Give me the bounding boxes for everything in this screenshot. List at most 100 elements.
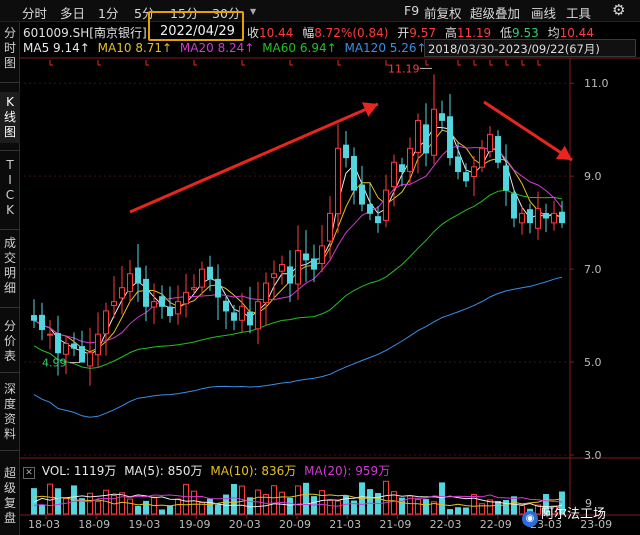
- candle-body: [95, 333, 101, 356]
- candle-body: [543, 212, 549, 219]
- candle-body: [319, 245, 325, 265]
- time-tick-label: 20-09: [279, 518, 311, 531]
- candle: [255, 281, 261, 345]
- candle-body: [335, 147, 341, 215]
- candle: [527, 203, 533, 234]
- candle: [263, 272, 269, 326]
- volume-bar: [55, 488, 61, 515]
- candle-body: [263, 282, 269, 304]
- candle: [47, 320, 53, 350]
- volume-bar: [327, 499, 333, 515]
- candle: [351, 147, 357, 205]
- candle: [151, 283, 157, 324]
- candle: [375, 206, 381, 233]
- candle-body: [279, 263, 285, 272]
- chart-gridlines: [20, 57, 640, 516]
- price-tick-label: 5.0: [584, 356, 602, 369]
- candle: [479, 139, 485, 173]
- candle-body: [343, 144, 349, 159]
- candle: [471, 155, 477, 197]
- candle-body: [215, 278, 221, 298]
- event-marker: [425, 60, 429, 66]
- volume-bar: [135, 505, 141, 515]
- candle-body: [127, 273, 133, 292]
- candle-body: [519, 212, 525, 224]
- candle: [359, 165, 365, 212]
- volume-bars: [31, 480, 565, 515]
- candle-body: [487, 133, 493, 152]
- candle-body: [207, 266, 213, 279]
- candle-body: [47, 333, 53, 336]
- volume-bar: [143, 500, 149, 515]
- price-axis: 11.0 9.0 7.0 5.0 3.0: [570, 77, 609, 462]
- candle-body: [463, 172, 469, 182]
- volume-bar: [471, 493, 477, 515]
- price-tick-label: 11.0: [584, 77, 609, 90]
- time-tick-label: 18-03: [28, 518, 60, 531]
- candle: [31, 299, 37, 328]
- candle: [279, 255, 285, 285]
- candle-body: [511, 193, 517, 219]
- event-marker: [97, 60, 101, 66]
- candle-body: [423, 124, 429, 154]
- candle: [271, 260, 277, 300]
- candle-body: [295, 250, 301, 285]
- candle: [223, 296, 229, 330]
- event-marker: [193, 60, 197, 66]
- candle: [495, 130, 501, 169]
- candle-body: [271, 273, 277, 278]
- candle: [335, 124, 341, 234]
- candle: [319, 225, 325, 273]
- candle-body: [415, 119, 421, 153]
- volume-bar: [191, 490, 197, 515]
- candle-body: [551, 212, 557, 224]
- volume-bar: [159, 509, 165, 515]
- close-icon[interactable]: ✕: [23, 467, 35, 479]
- candle-body: [79, 346, 85, 363]
- candle: [343, 131, 349, 168]
- volume-bar: [287, 497, 293, 515]
- candle-body: [359, 184, 365, 205]
- event-marker: [337, 60, 341, 66]
- candle: [447, 93, 453, 166]
- volume-bar: [351, 500, 357, 515]
- candle: [71, 332, 77, 357]
- event-marker: [537, 60, 541, 66]
- candle-body: [527, 209, 533, 224]
- candle: [215, 264, 221, 320]
- candle-body: [31, 315, 37, 321]
- candle: [79, 330, 85, 363]
- volume-bar: [167, 505, 173, 515]
- high-annotation: 11.19: [388, 62, 420, 75]
- candle-body: [255, 301, 261, 330]
- volume-bar: [271, 485, 277, 515]
- candle-body: [287, 266, 293, 284]
- candle: [103, 302, 109, 356]
- candle-body: [439, 113, 445, 121]
- event-marker: [489, 60, 493, 66]
- candle-body: [191, 287, 197, 290]
- volume-bar: [279, 491, 285, 515]
- candle: [439, 100, 445, 131]
- volume-bar: [231, 483, 237, 515]
- candle-body: [71, 343, 77, 349]
- volume-bar: [367, 489, 373, 515]
- candle-body: [167, 306, 173, 317]
- time-tick-label: 22-09: [480, 518, 512, 531]
- candle-body: [103, 310, 109, 335]
- candle-body: [407, 147, 413, 172]
- volume-bar: [495, 500, 501, 515]
- volume-bar: [223, 494, 229, 515]
- candle-body: [431, 108, 437, 156]
- candle: [503, 144, 509, 206]
- candle-body: [479, 147, 485, 168]
- watermark: ◉ 阿尔法工场: [522, 503, 606, 527]
- volume-bar: [63, 498, 69, 515]
- candle: [167, 286, 173, 323]
- volume-bar: [47, 483, 53, 515]
- candle-body: [455, 156, 461, 173]
- candle-body: [391, 161, 397, 188]
- candle: [407, 137, 413, 184]
- candle: [287, 250, 293, 302]
- kline-chart[interactable]: 11.0 9.0 7.0 5.0 3.0 18-03 18-09 19-03 19-09 20-…: [0, 0, 640, 535]
